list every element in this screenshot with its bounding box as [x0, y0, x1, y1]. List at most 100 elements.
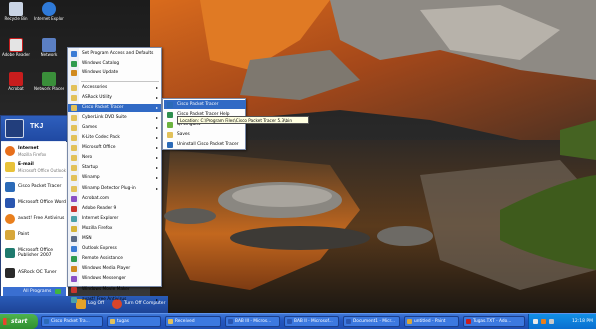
pinned-item-asrock-oc-tuner[interactable]: ASRock OC Tuner: [2, 266, 67, 281]
paint-icon: [5, 230, 15, 240]
program-icon: [71, 296, 77, 303]
program-item-winamp-detector-plug-in[interactable]: Winamp Detector Plug-in ▸: [68, 185, 161, 193]
submenu-arrow-icon: ▸: [155, 94, 158, 100]
task-icon: [228, 319, 233, 324]
taskbar-button-tugas[interactable]: tugas: [107, 316, 161, 327]
network-icon: [42, 38, 56, 52]
desktop-icon-recycle-bin[interactable]: Recycle Bin: [1, 2, 31, 21]
program-item-mozilla-firefox[interactable]: Mozilla Firefox: [68, 225, 161, 233]
task-icon: [44, 319, 49, 324]
start-menu-header: TKJ: [1, 116, 68, 141]
submenu-item-icon: [167, 101, 173, 108]
program-item-microsoft-office[interactable]: Microsoft Office ▸: [68, 144, 161, 152]
pinned-item-email[interactable]: E-mail Microsoft Office Outlook: [2, 160, 67, 175]
program-item-startup[interactable]: Startup ▸: [68, 164, 161, 172]
publisher-icon: [5, 248, 15, 258]
pinned-item-cisco-packet-tracer[interactable]: Cisco Packet Tracer: [2, 180, 67, 195]
arrow-right-icon: [55, 289, 61, 294]
taskbar-button-received[interactable]: Received: [165, 316, 221, 327]
recycle-bin-icon: [9, 2, 23, 16]
taskbar-button-document1-micr[interactable]: Document1 - Micr...: [343, 316, 400, 327]
adobe-reader-icon: [9, 38, 23, 52]
submenu-arrow-icon: ▸: [155, 145, 158, 151]
program-item-cyberlink-dvd-suite[interactable]: CyberLink DVD Suite ▸: [68, 114, 161, 122]
avatar[interactable]: [5, 119, 24, 138]
desktop-icon-acrobat[interactable]: Acrobat: [1, 72, 31, 91]
submenu-arrow-icon: ▸: [155, 124, 158, 130]
task-icon: [407, 319, 412, 324]
submenu-item-icon: [167, 121, 173, 128]
program-item-k-lite-codec-pack[interactable]: K-Lite Codec Pack ▸: [68, 134, 161, 142]
folder-icon: [71, 94, 77, 101]
folder-icon: [71, 124, 77, 131]
taskbar-button-tugas-txt-ado[interactable]: Tugas.TXT - Ado...: [463, 316, 525, 327]
submenu-item-icon: [167, 111, 173, 118]
program-item-avast-free-antivirus[interactable]: avast! Free Antivirus ▸: [68, 296, 161, 304]
tray-network-icon[interactable]: [533, 319, 538, 324]
program-item-windows-catalog[interactable]: Windows Catalog: [68, 60, 161, 68]
desktop-icon-network[interactable]: Network: [34, 38, 64, 57]
pinned-item-internet[interactable]: Internet Mozilla Firefox: [2, 144, 67, 159]
cisco-packet-tracer-submenu: Cisco Packet Tracer Cisco Packet Tracer H…: [162, 98, 246, 150]
taskbar-button-untitled-paint[interactable]: untitled - Paint: [404, 316, 459, 327]
submenu-item-saves[interactable]: Saves: [164, 130, 246, 139]
word-icon: [5, 198, 15, 208]
windows-logo-icon: [3, 318, 10, 325]
start-menu: TKJ Internet Mozilla Firefox E-mail Micr…: [0, 115, 68, 312]
submenu-item-cisco-packet-tracer[interactable]: Cisco Packet Tracer: [164, 100, 246, 109]
pinned-item-word[interactable]: Microsoft Office Word: [2, 196, 67, 211]
program-item-asrock-utility[interactable]: ASRock Utility ▸: [68, 94, 161, 102]
network-places-icon: [42, 72, 56, 86]
desktop-icon-network-places[interactable]: Network Places: [34, 72, 64, 91]
folder-icon: [71, 135, 77, 141]
tray-avast-icon[interactable]: [541, 319, 546, 324]
pinned-item-paint[interactable]: Paint: [2, 228, 67, 243]
program-item-msn[interactable]: MSN: [68, 235, 161, 243]
avast-icon: [5, 214, 15, 224]
pinned-item-avast[interactable]: avast! Free Antivirus: [2, 212, 67, 227]
program-item-remote-assistance[interactable]: Remote Assistance: [68, 255, 161, 263]
program-item-windows-movie-maker[interactable]: Windows Movie Maker: [68, 286, 161, 294]
program-item-games[interactable]: Games ▸: [68, 124, 161, 132]
submenu-item-icon: [167, 131, 173, 138]
program-item-windows-media-player[interactable]: Windows Media Player: [68, 265, 161, 273]
program-icon: [71, 236, 77, 242]
folder-icon: [71, 104, 77, 111]
program-item-outlook-express[interactable]: Outlook Express: [68, 245, 161, 253]
program-item-winamp[interactable]: Winamp ▸: [68, 174, 161, 182]
program-item-accessories[interactable]: Accessories ▸: [68, 84, 161, 92]
desktop-icon-adobe-reader[interactable]: Adobe Reader: [1, 38, 31, 57]
taskbar-button-cisco-packet-tra[interactable]: Cisco Packet Tra...: [41, 316, 103, 327]
cisco-packet-tracer-icon: [5, 182, 15, 192]
folder-icon: [71, 155, 77, 162]
submenu-arrow-icon: ▸: [155, 104, 158, 110]
submenu-arrow-icon: ▸: [155, 165, 158, 171]
taskbar: start Cisco Packet Tra... tugas Received BA…: [0, 313, 596, 329]
pinned-separator: [5, 177, 63, 178]
taskbar-button-bab-iii-micros[interactable]: BAB III - Micros...: [225, 316, 280, 327]
program-item-adobe-reader-9[interactable]: Adobe Reader 9: [68, 205, 161, 213]
submenu-item-uninstall-cisco-packet-tracer[interactable]: Uninstall Cisco Packet Tracer: [164, 140, 246, 149]
submenu-arrow-icon: ▸: [155, 84, 158, 90]
program-item-acrobat-com[interactable]: Acrobat.com: [68, 195, 161, 203]
folder-icon: [71, 84, 77, 91]
taskbar-button-bab-ii-microsof[interactable]: BAB II - Microsof...: [284, 316, 339, 327]
tray-volume-icon[interactable]: [549, 319, 554, 324]
task-icon: [287, 319, 292, 324]
pinned-item-publisher[interactable]: Microsoft Office Publisher 2007: [2, 246, 67, 264]
program-item-set-program-access-and-defaults[interactable]: Set Program Access and Defaults: [68, 50, 161, 58]
acrobat-icon: [9, 72, 23, 86]
program-item-cisco-packet-tracer[interactable]: Cisco Packet Tracer ▸: [68, 103, 161, 112]
program-item-internet-explorer[interactable]: Internet Explorer: [68, 215, 161, 223]
submenu-arrow-icon: ▸: [155, 114, 158, 120]
all-programs-button[interactable]: All Programs: [3, 287, 66, 296]
start-button[interactable]: start: [0, 314, 38, 329]
submenu-arrow-icon: ▸: [155, 175, 158, 181]
program-item-nero[interactable]: Nero ▸: [68, 154, 161, 162]
program-item-windows-update[interactable]: Windows Update: [68, 69, 161, 77]
program-item-windows-messenger[interactable]: Windows Messenger: [68, 275, 161, 283]
program-icon: [71, 246, 77, 253]
folder-icon: [71, 145, 77, 152]
asrock-icon: [5, 268, 15, 278]
desktop-icon-internet-explorer[interactable]: Internet Explorer: [34, 2, 64, 21]
